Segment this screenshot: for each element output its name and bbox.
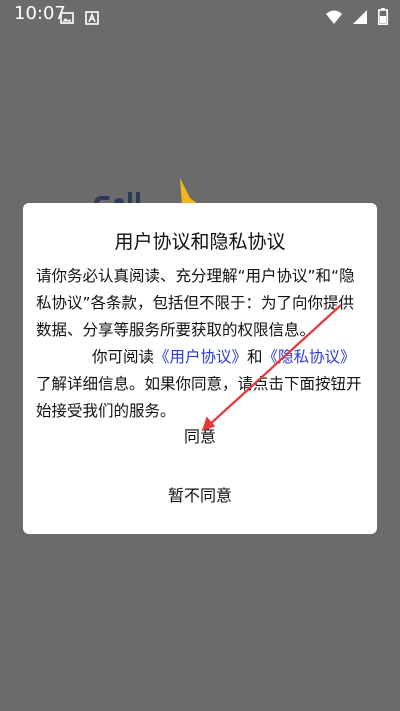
privacy-agreement-link[interactable]: 《隐私协议》 bbox=[263, 348, 356, 366]
agreement-paragraph-1: 请你务必认真阅读、充分理解“用户协议”和“隐私协议”各条款，包括但不限于：为了向… bbox=[36, 267, 355, 339]
dialog-title: 用户协议和隐私协议 bbox=[114, 231, 286, 253]
status-time: 10:07 bbox=[14, 3, 66, 24]
and-text: 和 bbox=[247, 348, 263, 366]
image-icon bbox=[60, 11, 74, 24]
read-prefix-text: 你可阅读 bbox=[92, 348, 155, 366]
disagree-button[interactable]: 暂不同意 bbox=[23, 478, 377, 514]
read-suffix-text: 了解详细信息。如果你同意，请点击下面按钮开始接受我们的服务。 bbox=[36, 375, 362, 420]
signal-icon bbox=[352, 9, 367, 24]
agreement-paragraph-2: 你可阅读《用户协议》和《隐私协议》了解详细信息。如果你同意，请点击下面按钮开始接… bbox=[36, 344, 366, 425]
a-app-icon bbox=[85, 10, 99, 25]
user-agreement-link[interactable]: 《用户协议》 bbox=[154, 348, 247, 366]
dialog-body: 请你务必认真阅读、充分理解“用户协议”和“隐私协议”各条款，包括但不限于：为了向… bbox=[36, 263, 366, 425]
status-icons-left bbox=[60, 7, 99, 26]
status-icons-right bbox=[325, 6, 388, 25]
battery-icon bbox=[378, 8, 388, 25]
wifi-icon bbox=[325, 10, 342, 24]
agreement-dialog: 用户协议和隐私协议 请你务必认真阅读、充分理解“用户协议”和“隐私协议”各条款，… bbox=[23, 203, 377, 534]
agree-button[interactable]: 同意 bbox=[23, 419, 377, 455]
status-bar: 10:07 bbox=[0, 0, 400, 28]
